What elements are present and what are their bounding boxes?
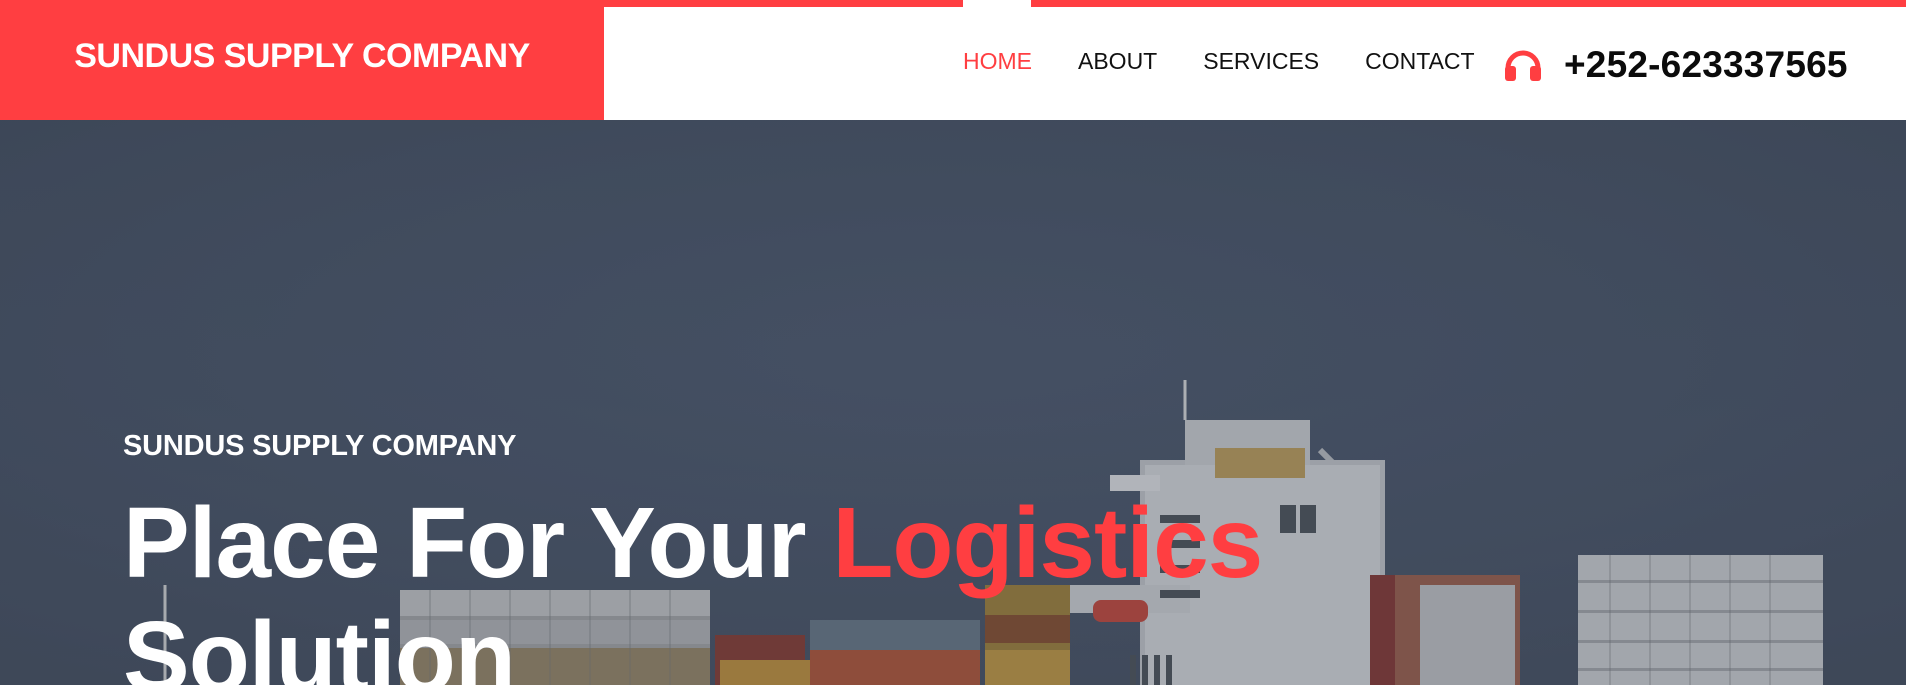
hero-title-accent: Logistics: [832, 487, 1263, 599]
phone-number[interactable]: +252-623337565: [1564, 44, 1848, 86]
site-header: SUNDUS SUPPLY COMPANY HOME ABOUT SERVICE…: [0, 0, 1906, 120]
headphones-icon: [1505, 50, 1541, 81]
hero-title-part2: Solution: [123, 601, 516, 685]
brand-name[interactable]: SUNDUS SUPPLY COMPANY: [74, 37, 530, 76]
header-accent-line: [1031, 0, 1906, 7]
header-phone[interactable]: +252-623337565: [1504, 44, 1848, 86]
brand-logo[interactable]: SUNDUS SUPPLY COMPANY: [0, 0, 604, 120]
header-accent-line: [604, 0, 963, 7]
hero-title: Place For Your Logistics Solution: [123, 486, 1323, 685]
main-nav: HOME ABOUT SERVICES CONTACT: [963, 46, 1521, 76]
nav-contact[interactable]: CONTACT: [1365, 46, 1474, 76]
nav-home[interactable]: HOME: [963, 46, 1032, 76]
nav-services[interactable]: SERVICES: [1203, 46, 1319, 76]
hero-content: SUNDUS SUPPLY COMPANY Place For Your Log…: [123, 430, 1323, 685]
hero-section: SUNDUS SUPPLY COMPANY Place For Your Log…: [0, 120, 1906, 685]
hero-subtitle: SUNDUS SUPPLY COMPANY: [123, 430, 517, 462]
hero-title-part1: Place For Your: [123, 487, 833, 599]
nav-about[interactable]: ABOUT: [1078, 46, 1157, 76]
